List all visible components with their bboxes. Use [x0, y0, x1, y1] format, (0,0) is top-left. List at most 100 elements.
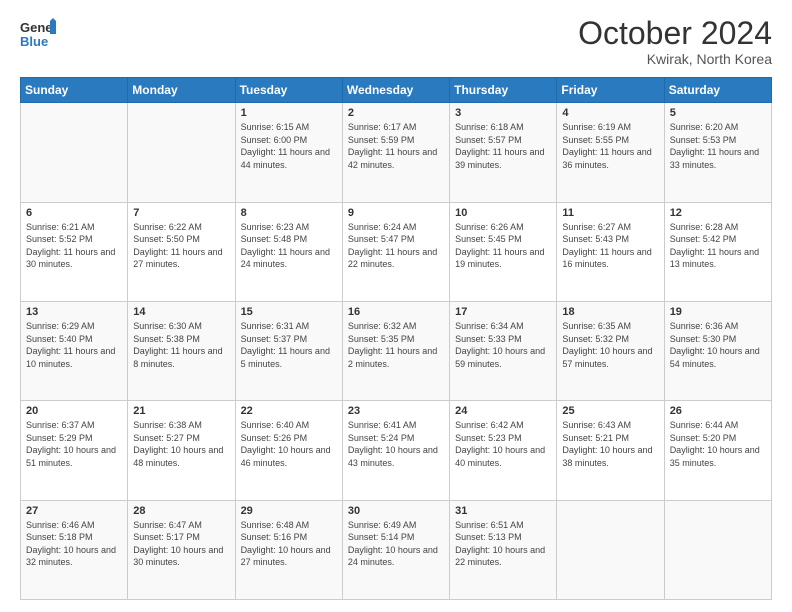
day-number: 5 — [670, 107, 766, 119]
daylight-text: Daylight: 10 hours and 30 minutes. — [133, 544, 229, 569]
header-sunday: Sunday — [21, 78, 128, 103]
table-row: 1 Sunrise: 6:15 AMSunset: 6:00 PMDaylight… — [235, 103, 342, 202]
sunrise-text: Sunrise: 6:29 AM — [26, 320, 122, 333]
day-info: Sunrise: 6:20 AMSunset: 5:53 PMDaylight:… — [670, 121, 766, 171]
daylight-text: Daylight: 10 hours and 51 minutes. — [26, 444, 122, 469]
daylight-text: Daylight: 11 hours and 36 minutes. — [562, 146, 658, 171]
sunset-text: Sunset: 5:14 PM — [348, 531, 444, 544]
table-row: 27Sunrise: 6:46 AMSunset: 5:18 PMDayligh… — [21, 500, 128, 599]
day-number: 31 — [455, 505, 551, 517]
header-friday: Friday — [557, 78, 664, 103]
sunset-text: Sunset: 5:17 PM — [133, 531, 229, 544]
day-number: 17 — [455, 306, 551, 318]
day-number: 14 — [133, 306, 229, 318]
table-row: 4 Sunrise: 6:19 AMSunset: 5:55 PMDaylight… — [557, 103, 664, 202]
day-info: Sunrise: 6:38 AMSunset: 5:27 PMDaylight:… — [133, 419, 229, 469]
table-row: 3 Sunrise: 6:18 AMSunset: 5:57 PMDaylight… — [450, 103, 557, 202]
calendar-location: Kwirak, North Korea — [578, 51, 772, 67]
sunset-text: Sunset: 5:37 PM — [241, 333, 337, 346]
day-number: 23 — [348, 405, 444, 417]
day-info: Sunrise: 6:15 AMSunset: 6:00 PMDaylight:… — [241, 121, 337, 171]
sunrise-text: Sunrise: 6:40 AM — [241, 419, 337, 432]
daylight-text: Daylight: 11 hours and 39 minutes. — [455, 146, 551, 171]
sunrise-text: Sunrise: 6:30 AM — [133, 320, 229, 333]
sunrise-text: Sunrise: 6:24 AM — [348, 221, 444, 234]
day-number: 13 — [26, 306, 122, 318]
sunset-text: Sunset: 5:16 PM — [241, 531, 337, 544]
calendar-title: October 2024 — [578, 16, 772, 51]
sunrise-text: Sunrise: 6:26 AM — [455, 221, 551, 234]
table-row: 29 Sunrise: 6:48 AMSunset: 5:16 PMDayligh… — [235, 500, 342, 599]
table-row: 18Sunrise: 6:35 AMSunset: 5:32 PMDayligh… — [557, 301, 664, 400]
day-number: 15 — [241, 306, 337, 318]
table-row: 7 Sunrise: 6:22 AMSunset: 5:50 PMDaylight… — [128, 202, 235, 301]
daylight-text: Daylight: 10 hours and 48 minutes. — [133, 444, 229, 469]
day-info: Sunrise: 6:51 AMSunset: 5:13 PMDaylight:… — [455, 519, 551, 569]
day-number: 7 — [133, 207, 229, 219]
day-info: Sunrise: 6:26 AMSunset: 5:45 PMDaylight:… — [455, 221, 551, 271]
day-info: Sunrise: 6:18 AMSunset: 5:57 PMDaylight:… — [455, 121, 551, 171]
daylight-text: Daylight: 11 hours and 33 minutes. — [670, 146, 766, 171]
day-info: Sunrise: 6:22 AMSunset: 5:50 PMDaylight:… — [133, 221, 229, 271]
sunset-text: Sunset: 5:55 PM — [562, 134, 658, 147]
sunset-text: Sunset: 5:13 PM — [455, 531, 551, 544]
daylight-text: Daylight: 11 hours and 16 minutes. — [562, 246, 658, 271]
sunrise-text: Sunrise: 6:31 AM — [241, 320, 337, 333]
day-number: 4 — [562, 107, 658, 119]
calendar-table: Sunday Monday Tuesday Wednesday Thursday… — [20, 77, 772, 600]
sunset-text: Sunset: 5:26 PM — [241, 432, 337, 445]
sunset-text: Sunset: 5:24 PM — [348, 432, 444, 445]
sunrise-text: Sunrise: 6:21 AM — [26, 221, 122, 234]
day-number: 1 — [241, 107, 337, 119]
table-row: 25Sunrise: 6:43 AMSunset: 5:21 PMDayligh… — [557, 401, 664, 500]
page-header: General Blue October 2024 Kwirak, North … — [20, 16, 772, 67]
sunrise-text: Sunrise: 6:15 AM — [241, 121, 337, 134]
day-number: 26 — [670, 405, 766, 417]
logo-graphic: General Blue — [20, 16, 56, 57]
sunset-text: Sunset: 5:29 PM — [26, 432, 122, 445]
day-info: Sunrise: 6:30 AMSunset: 5:38 PMDaylight:… — [133, 320, 229, 370]
table-row: 10Sunrise: 6:26 AMSunset: 5:45 PMDayligh… — [450, 202, 557, 301]
table-row: 8 Sunrise: 6:23 AMSunset: 5:48 PMDaylight… — [235, 202, 342, 301]
day-number: 8 — [241, 207, 337, 219]
daylight-text: Daylight: 10 hours and 24 minutes. — [348, 544, 444, 569]
day-number: 9 — [348, 207, 444, 219]
day-number: 22 — [241, 405, 337, 417]
daylight-text: Daylight: 10 hours and 27 minutes. — [241, 544, 337, 569]
daylight-text: Daylight: 11 hours and 13 minutes. — [670, 246, 766, 271]
logo: General Blue — [20, 16, 56, 57]
day-info: Sunrise: 6:41 AMSunset: 5:24 PMDaylight:… — [348, 419, 444, 469]
day-info: Sunrise: 6:23 AMSunset: 5:48 PMDaylight:… — [241, 221, 337, 271]
sunrise-text: Sunrise: 6:18 AM — [455, 121, 551, 134]
table-row: 30Sunrise: 6:49 AMSunset: 5:14 PMDayligh… — [342, 500, 449, 599]
table-row: 17Sunrise: 6:34 AMSunset: 5:33 PMDayligh… — [450, 301, 557, 400]
sunset-text: Sunset: 5:27 PM — [133, 432, 229, 445]
day-info: Sunrise: 6:19 AMSunset: 5:55 PMDaylight:… — [562, 121, 658, 171]
sunrise-text: Sunrise: 6:19 AM — [562, 121, 658, 134]
daylight-text: Daylight: 11 hours and 19 minutes. — [455, 246, 551, 271]
table-row: 19Sunrise: 6:36 AMSunset: 5:30 PMDayligh… — [664, 301, 771, 400]
daylight-text: Daylight: 10 hours and 22 minutes. — [455, 544, 551, 569]
daylight-text: Daylight: 11 hours and 8 minutes. — [133, 345, 229, 370]
table-row: 6Sunrise: 6:21 AMSunset: 5:52 PMDaylight… — [21, 202, 128, 301]
sunset-text: Sunset: 6:00 PM — [241, 134, 337, 147]
sunset-text: Sunset: 5:32 PM — [562, 333, 658, 346]
day-number: 29 — [241, 505, 337, 517]
sunrise-text: Sunrise: 6:38 AM — [133, 419, 229, 432]
day-number: 21 — [133, 405, 229, 417]
sunset-text: Sunset: 5:57 PM — [455, 134, 551, 147]
daylight-text: Daylight: 10 hours and 38 minutes. — [562, 444, 658, 469]
day-info: Sunrise: 6:40 AMSunset: 5:26 PMDaylight:… — [241, 419, 337, 469]
day-number: 3 — [455, 107, 551, 119]
day-info: Sunrise: 6:43 AMSunset: 5:21 PMDaylight:… — [562, 419, 658, 469]
daylight-text: Daylight: 10 hours and 35 minutes. — [670, 444, 766, 469]
day-info: Sunrise: 6:36 AMSunset: 5:30 PMDaylight:… — [670, 320, 766, 370]
sunset-text: Sunset: 5:30 PM — [670, 333, 766, 346]
table-row: 15Sunrise: 6:31 AMSunset: 5:37 PMDayligh… — [235, 301, 342, 400]
day-info: Sunrise: 6:48 AMSunset: 5:16 PMDaylight:… — [241, 519, 337, 569]
sunset-text: Sunset: 5:50 PM — [133, 233, 229, 246]
title-block: October 2024 Kwirak, North Korea — [578, 16, 772, 67]
sunset-text: Sunset: 5:53 PM — [670, 134, 766, 147]
daylight-text: Daylight: 11 hours and 24 minutes. — [241, 246, 337, 271]
sunrise-text: Sunrise: 6:22 AM — [133, 221, 229, 234]
